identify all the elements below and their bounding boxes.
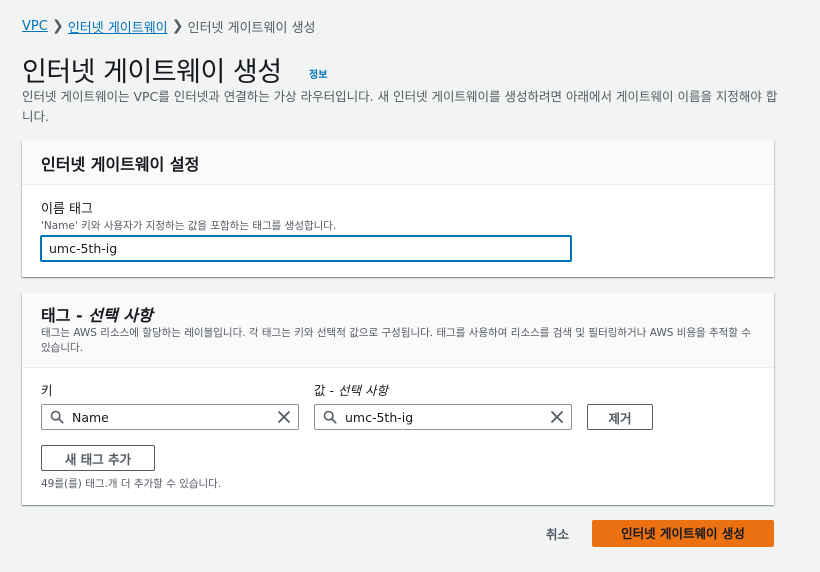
breadcrumb-current: 인터넷 게이트웨이 생성: [187, 20, 316, 36]
value-label-optional: 선택 사항: [337, 383, 388, 398]
panel-title: 태그 - 선택 사항: [41, 302, 153, 326]
page-title: 인터넷 게이트웨이 생성: [22, 57, 282, 88]
close-icon[interactable]: [549, 409, 565, 425]
tag-key-value: Name: [72, 410, 109, 425]
breadcrumb-link-vpc[interactable]: VPC: [22, 19, 48, 34]
name-tag-input[interactable]: [40, 235, 572, 262]
tag-value-input[interactable]: umc-5th-ig: [314, 404, 572, 430]
remove-tag-button[interactable]: 제거: [587, 404, 653, 430]
panel-header: 태그 - 선택 사항 태그는 AWS 리소스에 할당하는 레이블입니다. 각 태…: [22, 293, 774, 368]
tags-remaining-hint: 49를(를) 태그.개 더 추가할 수 있습니다.: [41, 478, 222, 490]
value-column-label: 값 - 선택 사항: [314, 380, 388, 399]
name-tag-label: 이름 태그: [41, 202, 93, 217]
create-internet-gateway-page: VPC ❯ 인터넷 게이트웨이 ❯ 인터넷 게이트웨이 생성 인터넷 게이트웨이…: [0, 0, 820, 572]
info-link[interactable]: 정보: [309, 66, 327, 81]
search-icon: [50, 410, 64, 424]
tags-description: 태그는 AWS 리소스에 할당하는 레이블입니다. 각 태그는 키와 선택적 값…: [41, 327, 751, 354]
gateway-settings-panel: 인터넷 게이트웨이 설정 이름 태그 'Name' 키와 사용자가 지정하는 값…: [22, 140, 774, 277]
key-column-label: 키: [41, 383, 53, 398]
create-internet-gateway-button[interactable]: 인터넷 게이트웨이 생성: [592, 520, 774, 547]
chevron-right-icon: ❯: [171, 18, 184, 34]
search-icon: [323, 410, 337, 424]
tag-key-input[interactable]: Name: [41, 404, 299, 430]
breadcrumb: VPC ❯ 인터넷 게이트웨이 ❯ 인터넷 게이트웨이 생성: [22, 17, 316, 36]
add-tag-button[interactable]: 새 태그 추가: [41, 445, 155, 471]
value-label-main: 값 -: [314, 383, 338, 398]
page-description: 인터넷 게이트웨이는 VPC를 인터넷과 연결하는 가상 라우터입니다. 새 인…: [22, 89, 778, 124]
tag-value-value: umc-5th-ig: [345, 410, 414, 425]
close-icon[interactable]: [276, 409, 292, 425]
tags-panel: 태그 - 선택 사항 태그는 AWS 리소스에 할당하는 레이블입니다. 각 태…: [22, 293, 774, 505]
panel-title: 인터넷 게이트웨이 설정: [41, 155, 200, 174]
panel-title-main: 태그 -: [41, 306, 89, 325]
cancel-button[interactable]: 취소: [546, 524, 569, 543]
breadcrumb-link-internet-gateways[interactable]: 인터넷 게이트웨이: [68, 17, 168, 36]
name-tag-description: 'Name' 키와 사용자가 지정하는 값을 포함하는 태그를 생성합니다.: [41, 220, 337, 232]
panel-title-optional: 선택 사항: [88, 306, 153, 325]
chevron-right-icon: ❯: [51, 18, 64, 34]
panel-header: 인터넷 게이트웨이 설정: [22, 140, 774, 185]
